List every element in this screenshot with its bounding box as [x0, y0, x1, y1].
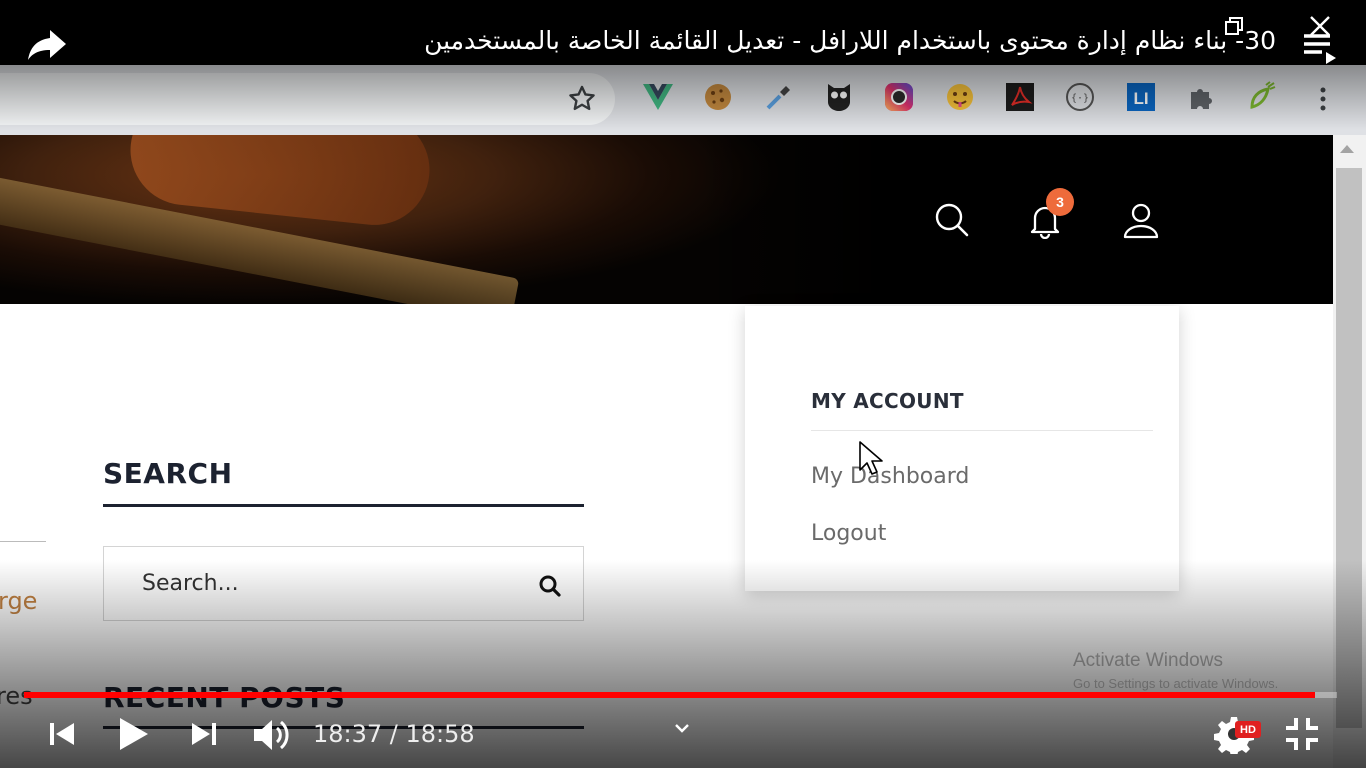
- hero-image: 3: [0, 135, 1333, 304]
- emoji-icon[interactable]: [943, 80, 977, 114]
- video-progress-bar[interactable]: [24, 692, 1337, 698]
- cookie-icon[interactable]: [701, 80, 735, 114]
- scroll-up-arrow-icon[interactable]: [1340, 145, 1354, 153]
- account-dropdown-menu: MY ACCOUNT My Dashboard Logout: [745, 306, 1179, 591]
- activation-watermark-subtitle: Go to Settings to activate Windows.: [1073, 676, 1279, 691]
- search-icon[interactable]: [932, 200, 972, 240]
- playlist-queue-icon[interactable]: [1302, 28, 1338, 64]
- puzzle-icon[interactable]: [1184, 80, 1218, 114]
- svg-text:LI: LI: [1133, 89, 1148, 108]
- address-bar[interactable]: [0, 73, 615, 125]
- hd-badge: HD: [1235, 721, 1261, 738]
- heading-underline: [103, 504, 584, 507]
- volume-icon[interactable]: [250, 714, 292, 756]
- color-picker-icon[interactable]: [762, 80, 796, 114]
- search-icon[interactable]: [538, 574, 562, 598]
- time-display: 18:37 / 18:58: [313, 720, 475, 748]
- miniplayer-icon[interactable]: [1224, 16, 1244, 36]
- search-input[interactable]: Search...: [103, 546, 584, 621]
- chevron-down-icon[interactable]: [672, 718, 692, 738]
- menu-item-logout[interactable]: Logout: [811, 521, 886, 546]
- browser-menu-icon[interactable]: [1310, 82, 1336, 116]
- linkedin-icon[interactable]: LI: [1124, 80, 1158, 114]
- progress-played: [24, 692, 1315, 698]
- leaf-icon[interactable]: [1245, 80, 1279, 114]
- video-title[interactable]: 30- بناء نظام إدارة محتوى باستخدام اللار…: [424, 26, 1276, 55]
- svg-text:{·}: {·}: [1071, 93, 1089, 104]
- vue-devtools-icon[interactable]: [641, 80, 675, 114]
- divider: [811, 430, 1153, 431]
- notification-badge: 3: [1046, 188, 1074, 216]
- divider: [0, 541, 46, 542]
- exit-fullscreen-icon[interactable]: [1284, 716, 1320, 752]
- pdf-icon[interactable]: [1003, 80, 1037, 114]
- camera-icon[interactable]: [882, 80, 916, 114]
- search-placeholder: Search...: [142, 571, 239, 596]
- json-icon[interactable]: {·}: [1063, 80, 1097, 114]
- mouse-cursor-icon: [859, 441, 883, 475]
- share-icon[interactable]: [26, 26, 68, 64]
- account-menu-heading: MY ACCOUNT: [811, 389, 964, 413]
- previous-video-icon[interactable]: [46, 718, 78, 750]
- web-page: 3 MY ACCOUNT My Dashboard Logout rge res…: [0, 135, 1333, 768]
- play-icon[interactable]: [116, 714, 152, 754]
- user-account-icon[interactable]: [1121, 200, 1161, 240]
- owl-icon[interactable]: [822, 80, 856, 114]
- activation-watermark: Activate Windows: [1073, 650, 1223, 671]
- next-video-icon[interactable]: [188, 718, 220, 750]
- browser-toolbar: [0, 65, 1366, 135]
- category-link[interactable]: rge: [0, 587, 37, 615]
- scrollbar-thumb[interactable]: [1336, 168, 1362, 728]
- search-widget-heading: SEARCH: [103, 457, 233, 490]
- bookmark-star-icon[interactable]: [566, 83, 598, 115]
- menu-item-dashboard[interactable]: My Dashboard: [811, 464, 969, 489]
- hero-shade: [700, 135, 1333, 304]
